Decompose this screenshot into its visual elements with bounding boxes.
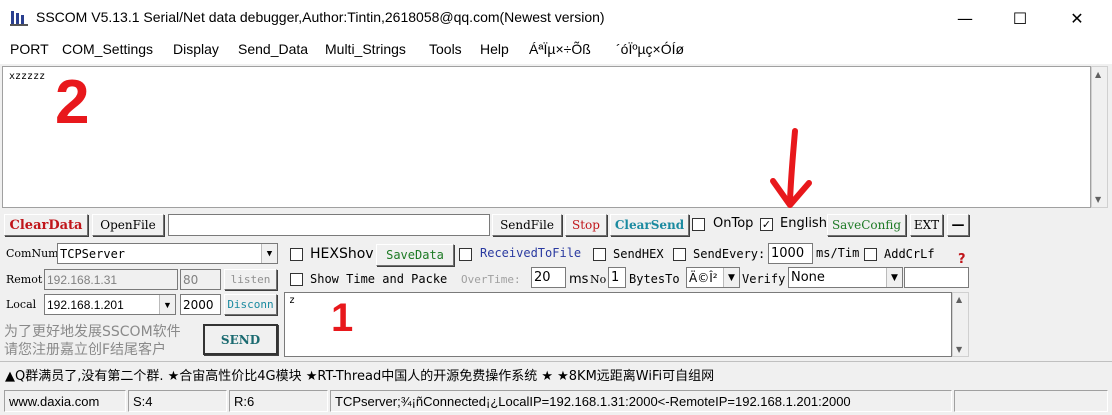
- receive-text: xzzzzz: [9, 71, 46, 82]
- collapse-button[interactable]: —: [947, 214, 969, 236]
- ext-button[interactable]: EXT: [910, 214, 943, 236]
- news-ticker-text[interactable]: ▲Q群满员了,没有第二个群. ★合宙高性价比4G模块 ★RT-Thread中国人…: [5, 365, 714, 384]
- com-num-select[interactable]: TCPServer ▼: [57, 243, 278, 264]
- send-hex-checkbox[interactable]: [593, 248, 606, 261]
- title-bar: SSCOM V5.13.1 Serial/Net data debugger,A…: [0, 0, 1112, 36]
- send-button[interactable]: SEND: [203, 324, 278, 355]
- send-every-checkbox[interactable]: [673, 248, 686, 261]
- chevron-down-icon[interactable]: ▼: [261, 244, 277, 263]
- send-interval-field[interactable]: 1000: [768, 243, 813, 264]
- local-ip-select[interactable]: 192.168.1.201 ▼: [44, 294, 176, 315]
- menu-bar: PORT COM_Settings Display Send_Data Mult…: [0, 36, 1112, 64]
- local-port-field[interactable]: 2000: [180, 294, 221, 315]
- status-bar: www.daxia.com S:4 R:6 TCPserver;¾¡ñConne…: [0, 388, 1112, 415]
- received-to-file-checkbox[interactable]: [459, 248, 472, 261]
- hex-show-checkbox[interactable]: [290, 248, 303, 261]
- send-interval-unit: ms/Tim: [816, 246, 860, 260]
- listen-button[interactable]: listen: [224, 269, 277, 290]
- save-data-button[interactable]: SaveData: [376, 244, 454, 266]
- annotation-number-2: 2: [55, 68, 90, 137]
- file-path-field[interactable]: [168, 214, 490, 236]
- packet-no-label: No: [590, 273, 607, 286]
- open-file-button[interactable]: OpenFile: [92, 214, 164, 236]
- received-to-file-label: ReceivedToFile: [480, 246, 582, 260]
- help-icon[interactable]: ?: [958, 252, 966, 267]
- packet-no-field[interactable]: 1: [608, 267, 626, 288]
- scroll-down-icon[interactable]: ▼: [1095, 195, 1101, 204]
- annotation-number-1: 1: [331, 296, 354, 340]
- status-received-count: R:6: [229, 390, 328, 412]
- menu-multi-strings[interactable]: Multi_Strings: [325, 41, 406, 57]
- menu-send-data[interactable]: Send_Data: [238, 41, 308, 57]
- menu-com-settings[interactable]: COM_Settings: [62, 41, 153, 57]
- send-every-label: SendEvery:: [693, 247, 766, 261]
- clear-send-button[interactable]: ClearSend: [610, 214, 689, 236]
- chevron-down-icon[interactable]: ▼: [723, 268, 739, 287]
- menu-daxia-website[interactable]: ´óÏºµç×ÓÍø: [616, 41, 684, 57]
- save-config-button[interactable]: SaveConfig: [827, 214, 906, 236]
- overtime-label: OverTime:: [461, 273, 521, 286]
- menu-tools[interactable]: Tools: [429, 41, 462, 57]
- local-label: Local: [6, 298, 37, 311]
- com-num-value: TCPServer: [60, 246, 126, 261]
- overtime-unit: ms: [569, 272, 589, 287]
- send-textarea[interactable]: z: [284, 292, 952, 357]
- receive-textarea[interactable]: xzzzzz: [2, 66, 1091, 208]
- scroll-up-icon[interactable]: ▲: [1095, 70, 1101, 79]
- status-connection: TCPserver;¾¡ñConnected¡¿LocalIP=192.168.…: [330, 390, 952, 412]
- add-crlf-label: AddCrLf: [884, 247, 935, 261]
- on-top-checkbox[interactable]: [692, 218, 705, 231]
- status-empty-cell: [954, 390, 1108, 412]
- english-checkbox[interactable]: ✓: [760, 218, 773, 231]
- scroll-up-icon[interactable]: ▲: [956, 295, 962, 304]
- show-time-label: Show Time and Packe: [310, 272, 448, 286]
- menu-contact-author[interactable]: ÁªÏµ×÷Õß: [529, 41, 591, 57]
- window-title: SSCOM V5.13.1 Serial/Net data debugger,A…: [36, 9, 605, 25]
- disconnect-button[interactable]: Disconn: [224, 294, 277, 315]
- english-label: English: [780, 216, 827, 231]
- menu-display[interactable]: Display: [173, 41, 219, 57]
- verify-label: Verify: [742, 272, 786, 286]
- status-sent-count: S:4: [128, 390, 227, 412]
- close-button[interactable]: ✕: [1054, 0, 1100, 36]
- show-time-checkbox[interactable]: [290, 273, 303, 286]
- send-scrollbar[interactable]: ▲ ▼: [952, 292, 969, 357]
- chevron-down-icon[interactable]: ▼: [159, 295, 175, 314]
- menu-help[interactable]: Help: [480, 41, 509, 57]
- verify-result-field[interactable]: [904, 267, 969, 288]
- verify-value: None: [791, 270, 825, 285]
- menu-port[interactable]: PORT: [10, 41, 49, 57]
- minimize-button[interactable]: —: [942, 0, 988, 36]
- remote-label: Remot: [6, 273, 43, 286]
- overtime-field[interactable]: 20: [531, 267, 566, 288]
- com-num-label: ComNum: [6, 247, 59, 260]
- app-icon: [10, 11, 28, 26]
- send-hex-label: SendHEX: [613, 247, 664, 261]
- bytes-to-label: BytesTo: [629, 272, 680, 286]
- remote-ip-field[interactable]: 192.168.1.31: [44, 269, 178, 290]
- stop-button[interactable]: Stop: [565, 214, 607, 236]
- bytes-to-select[interactable]: Ä©Î² ▼: [686, 267, 740, 288]
- chevron-down-icon[interactable]: ▼: [886, 268, 902, 287]
- news-ticker: ▲Q群满员了,没有第二个群. ★合宙高性价比4G模块 ★RT-Thread中国人…: [0, 361, 1112, 385]
- hex-show-label: HEXShov: [310, 246, 374, 262]
- send-file-button[interactable]: SendFile: [492, 214, 562, 236]
- local-ip-value: 192.168.1.201: [47, 297, 124, 312]
- scroll-down-icon[interactable]: ▼: [956, 345, 962, 354]
- annotation-arrow-icon: [770, 128, 812, 208]
- on-top-label: OnTop: [713, 216, 754, 231]
- verify-select[interactable]: None ▼: [788, 267, 903, 288]
- status-website[interactable]: www.daxia.com: [4, 390, 126, 412]
- add-crlf-checkbox[interactable]: [864, 248, 877, 261]
- register-promo-text[interactable]: 为了更好地发展SSCOM软件 请您注册嘉立创F结尾客户: [4, 323, 181, 359]
- maximize-button[interactable]: ☐: [997, 0, 1043, 36]
- receive-scrollbar[interactable]: ▲ ▼: [1091, 66, 1108, 208]
- remote-port-field[interactable]: 80: [180, 269, 221, 290]
- bytes-to-value: Ä©Î²: [689, 270, 718, 285]
- clear-data-button[interactable]: ClearData: [4, 214, 88, 236]
